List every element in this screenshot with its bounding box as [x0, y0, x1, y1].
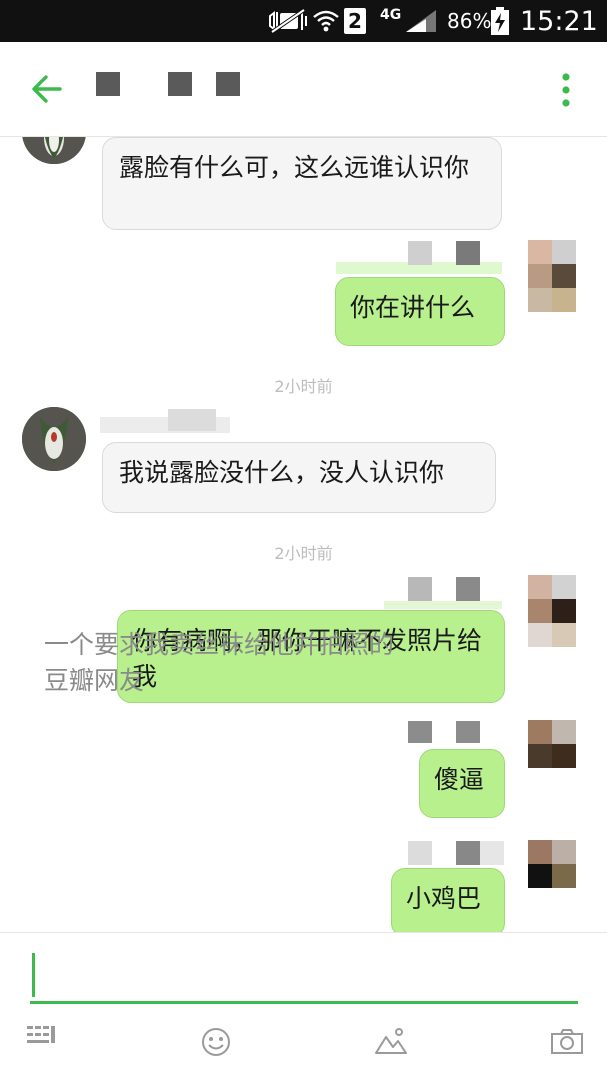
wifi-icon: [312, 0, 340, 42]
contact-avatar[interactable]: [22, 137, 86, 164]
my-avatar[interactable]: [528, 575, 576, 647]
text-cursor: [32, 953, 35, 997]
redacted-block: [408, 241, 432, 265]
message-text: 你在讲什么: [350, 293, 476, 322]
camera-icon[interactable]: [551, 1028, 583, 1058]
timestamp: 2小时前: [274, 544, 333, 563]
message-bubble-outgoing[interactable]: 你在讲什么: [335, 277, 505, 346]
message-input[interactable]: [30, 949, 578, 1004]
redacted-block: [408, 577, 432, 601]
overlay-caption: 一个要求我卖丝袜给他并拍照的豆瓣网友: [44, 630, 395, 695]
keyboard-icon[interactable]: [26, 1023, 56, 1051]
composer: [0, 932, 607, 1081]
message-bubble-incoming[interactable]: 我说露脸没什么，没人认识你: [102, 442, 496, 513]
my-avatar[interactable]: [528, 240, 576, 312]
status-bar: 2 4G 86% 15:21: [0, 0, 607, 42]
redacted-block: [480, 841, 504, 865]
my-avatar[interactable]: [528, 720, 576, 768]
redacted-block: [408, 841, 432, 865]
sim-slot-badge: 2: [344, 0, 366, 42]
redacted-block: [456, 841, 480, 865]
message-text: 小鸡巴: [406, 884, 482, 913]
message-bubble-outgoing[interactable]: 小鸡巴: [391, 868, 505, 932]
my-avatar[interactable]: [528, 840, 576, 888]
vibrate-mute-icon: [268, 0, 308, 42]
battery-percent: 86%: [447, 9, 492, 33]
more-vert-icon[interactable]: [558, 72, 574, 112]
redacted-block: [456, 721, 480, 743]
network-type: 4G: [380, 7, 402, 23]
contact-avatar[interactable]: [22, 407, 86, 471]
message-text: 我说露脸没什么，没人认识你: [119, 458, 445, 487]
timestamp: 2小时前: [274, 377, 333, 396]
clock: 15:21: [520, 5, 598, 37]
chat-header: [0, 42, 607, 137]
picture-icon[interactable]: [374, 1027, 408, 1059]
arrow-left-icon[interactable]: [30, 72, 64, 110]
smiley-icon[interactable]: [201, 1027, 231, 1061]
message-text: 露脸有什么可，这么远谁认识你: [119, 153, 470, 182]
message-text: 傻逼: [434, 765, 485, 794]
redacted-block: [456, 577, 480, 601]
redacted-strip: [384, 601, 502, 609]
redacted-block: [408, 721, 432, 743]
battery-charging-icon: [491, 0, 509, 42]
message-bubble-outgoing[interactable]: 傻逼: [419, 749, 505, 818]
message-list[interactable]: 露脸有什么可，这么远谁认识你 你在讲什么 2小时前 我说露脸没什么，没人认识你 …: [0, 137, 607, 932]
message-bubble-incoming[interactable]: 露脸有什么可，这么远谁认识你: [102, 137, 502, 230]
signal-icon: [404, 0, 438, 42]
redacted-block: [456, 241, 480, 265]
